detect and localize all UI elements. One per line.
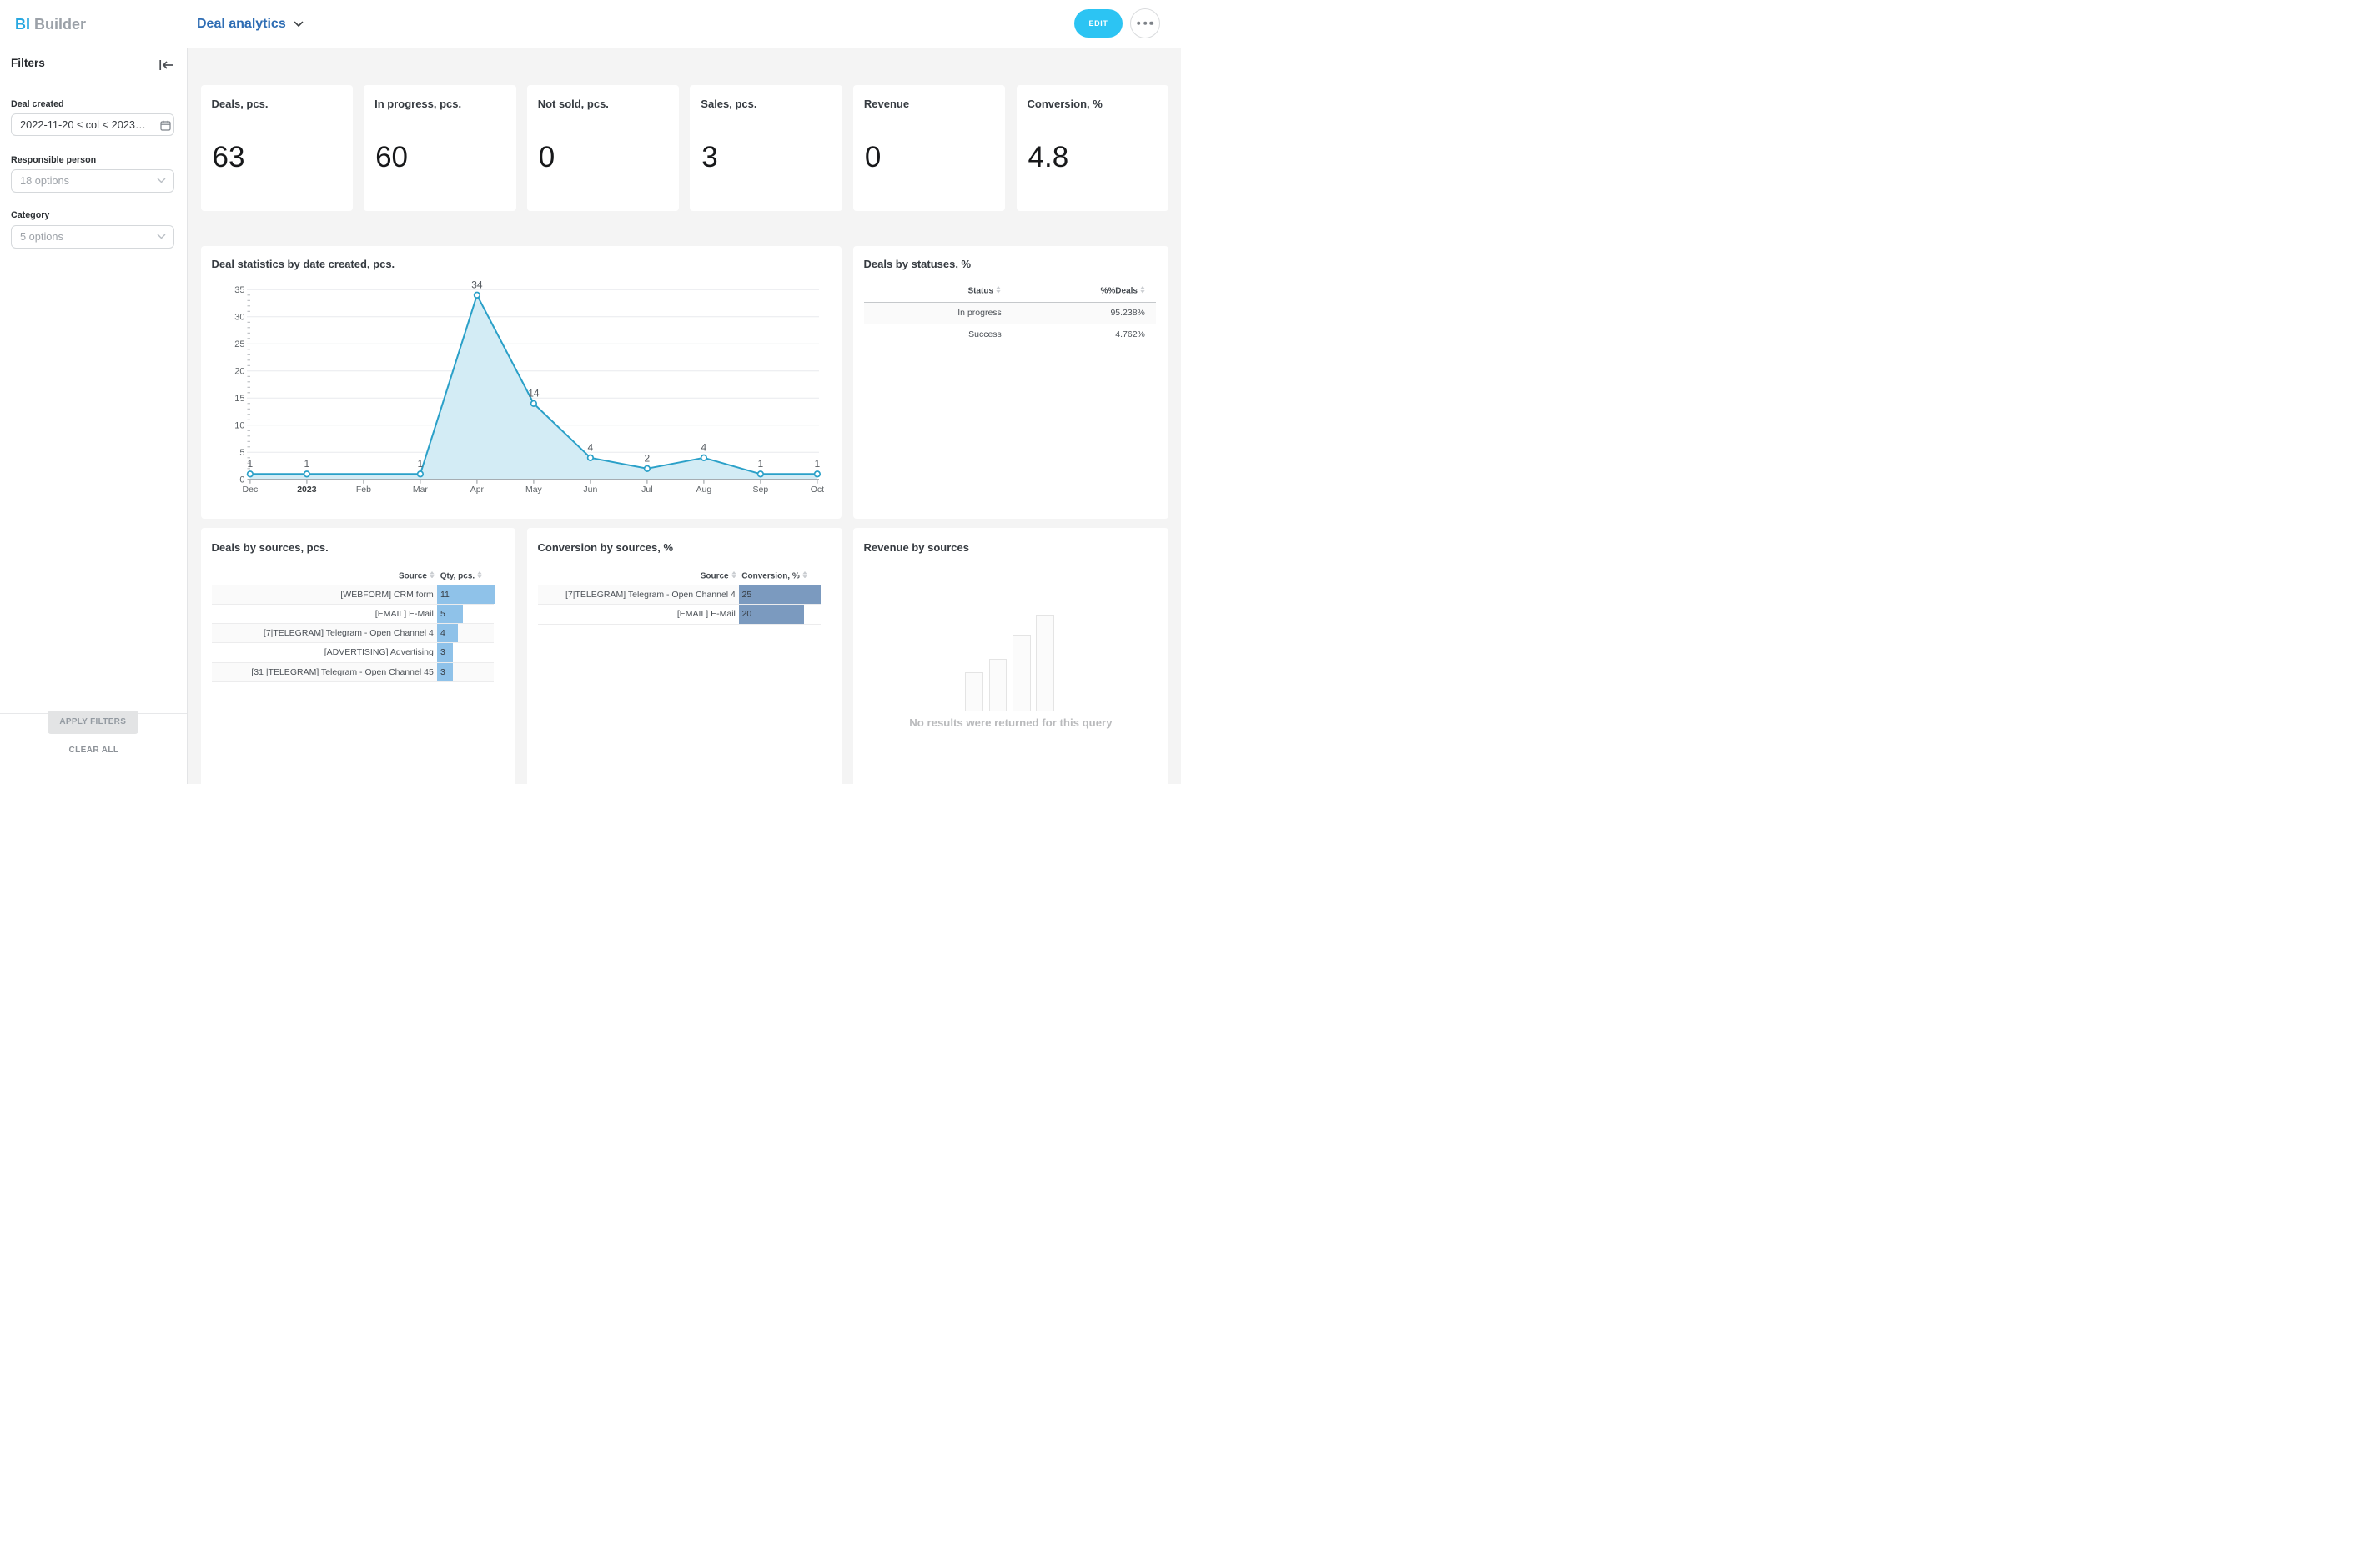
svg-text:Sep: Sep	[752, 485, 768, 495]
svg-text:2: 2	[644, 452, 650, 464]
svg-text:1: 1	[757, 458, 763, 470]
svg-text:Feb: Feb	[355, 485, 370, 495]
svg-text:34: 34	[471, 279, 483, 290]
svg-text:5: 5	[239, 448, 244, 458]
svg-text:4: 4	[701, 441, 706, 453]
svg-text:Dec: Dec	[242, 485, 258, 495]
svg-text:0: 0	[239, 475, 244, 485]
svg-text:35: 35	[234, 285, 244, 295]
svg-text:4: 4	[587, 441, 593, 453]
svg-text:1: 1	[814, 458, 820, 470]
svg-text:Aug: Aug	[696, 485, 711, 495]
svg-text:2023: 2023	[297, 485, 317, 495]
svg-text:1: 1	[417, 458, 423, 470]
svg-text:Jul: Jul	[641, 485, 652, 495]
svg-text:14: 14	[528, 387, 540, 399]
svg-text:Jun: Jun	[583, 485, 597, 495]
svg-text:20: 20	[234, 366, 244, 376]
svg-text:25: 25	[234, 339, 244, 349]
svg-text:1: 1	[304, 458, 309, 470]
svg-text:30: 30	[234, 312, 244, 322]
svg-text:Oct: Oct	[810, 485, 823, 495]
svg-text:Mar: Mar	[412, 485, 428, 495]
svg-text:10: 10	[234, 420, 244, 430]
svg-text:1: 1	[247, 458, 253, 470]
svg-text:Apr: Apr	[470, 485, 484, 495]
svg-text:May: May	[525, 485, 542, 495]
svg-text:15: 15	[234, 394, 244, 404]
